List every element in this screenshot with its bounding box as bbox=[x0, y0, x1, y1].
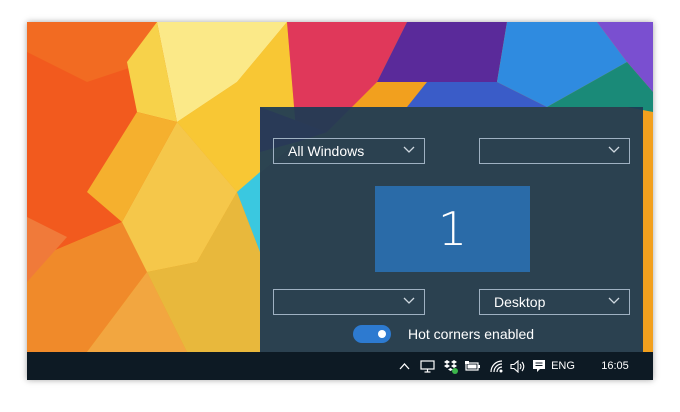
chevron-down-icon bbox=[403, 146, 415, 153]
wifi-icon[interactable] bbox=[487, 352, 507, 380]
dropbox-icon[interactable] bbox=[440, 352, 460, 380]
action-center-icon[interactable] bbox=[529, 352, 549, 380]
top-left-corner-value: All Windows bbox=[288, 143, 365, 159]
top-left-corner-dropdown[interactable]: All Windows bbox=[273, 138, 425, 164]
display-icon[interactable] bbox=[417, 352, 437, 380]
chevron-down-icon bbox=[608, 146, 620, 153]
chevron-up-icon[interactable] bbox=[395, 352, 413, 380]
monitor-preview[interactable]: 1 bbox=[375, 186, 530, 272]
hot-corners-panel: All Windows 1 Desktop Hot corners enable… bbox=[260, 107, 643, 352]
top-right-corner-dropdown[interactable] bbox=[479, 138, 630, 164]
hot-corners-toggle[interactable] bbox=[353, 325, 391, 343]
bottom-left-corner-dropdown[interactable] bbox=[273, 289, 425, 315]
chevron-down-icon bbox=[403, 297, 415, 304]
toggle-knob bbox=[378, 330, 386, 338]
bottom-right-corner-dropdown[interactable]: Desktop bbox=[479, 289, 630, 315]
desktop-screen: All Windows 1 Desktop Hot corners enable… bbox=[27, 22, 653, 380]
battery-icon[interactable] bbox=[463, 352, 483, 380]
hot-corners-toggle-label: Hot corners enabled bbox=[408, 326, 535, 342]
bottom-right-corner-value: Desktop bbox=[494, 294, 546, 310]
chevron-down-icon bbox=[608, 297, 620, 304]
volume-icon[interactable] bbox=[508, 352, 528, 380]
language-indicator[interactable]: ENG bbox=[549, 352, 577, 380]
clock[interactable]: 16:05 bbox=[597, 352, 633, 380]
taskbar: ENG 16:05 bbox=[27, 352, 653, 380]
